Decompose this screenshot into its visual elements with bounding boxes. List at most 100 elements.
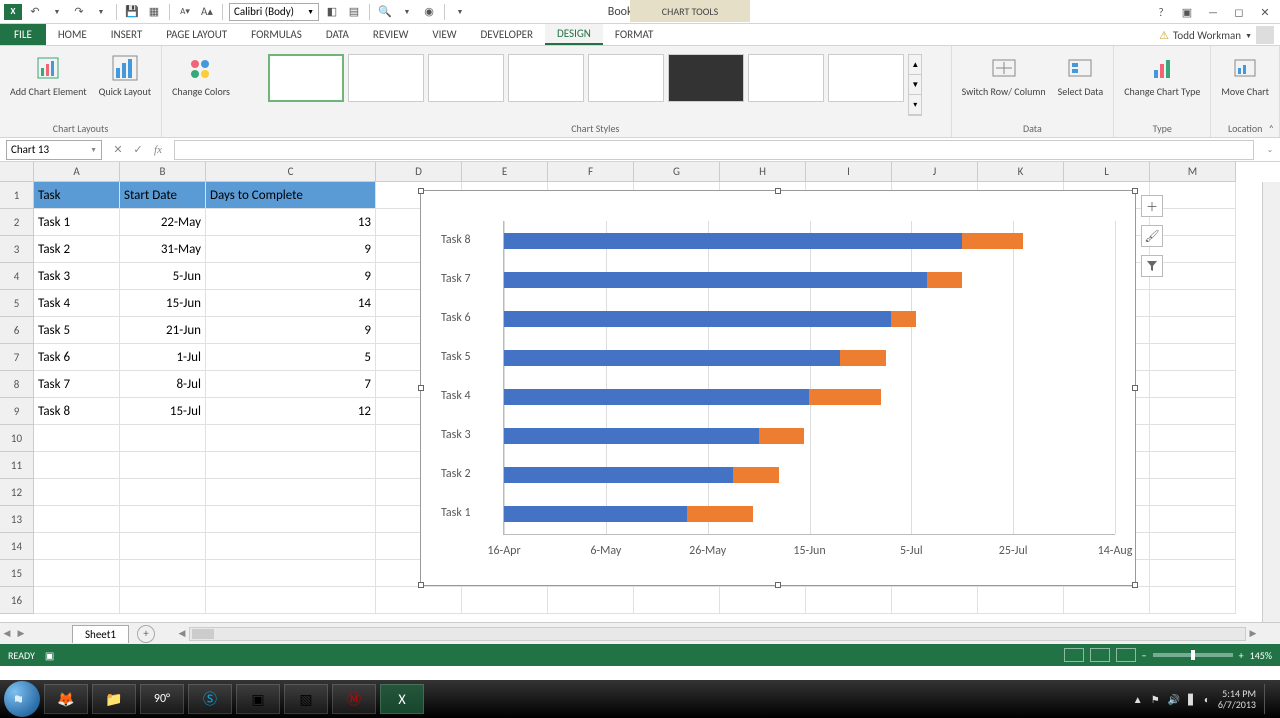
chart-style-2[interactable] (348, 54, 424, 102)
cell[interactable] (1150, 398, 1236, 425)
horizontal-scrollbar[interactable]: ◀ ▶ (175, 623, 1260, 645)
row-header-9[interactable]: 9 (0, 398, 34, 425)
row-header-2[interactable]: 2 (0, 209, 34, 236)
page-layout-view-button[interactable] (1090, 648, 1110, 662)
row-header-15[interactable]: 15 (0, 560, 34, 587)
cell[interactable] (120, 587, 206, 614)
column-header-E[interactable]: E (462, 162, 548, 182)
qat-btn-6[interactable]: ◉ (420, 3, 438, 21)
chart-bar[interactable] (504, 506, 753, 522)
qat-btn-2[interactable]: ▦ (145, 3, 163, 21)
cell[interactable] (1150, 560, 1236, 587)
tray-icon-1[interactable]: ⚑ (1151, 693, 1160, 706)
change-colors-button[interactable]: Change Colors (168, 50, 234, 99)
redo-button[interactable]: ↷ (70, 3, 88, 21)
cell[interactable]: 5-Jun (120, 263, 206, 290)
cell[interactable]: 14 (206, 290, 376, 317)
row-header-13[interactable]: 13 (0, 506, 34, 533)
row-header-5[interactable]: 5 (0, 290, 34, 317)
cell[interactable]: Task 6 (34, 344, 120, 371)
tray-show-hidden[interactable]: ▲ (1133, 693, 1143, 706)
row-header-14[interactable]: 14 (0, 533, 34, 560)
cell[interactable] (34, 560, 120, 587)
column-header-H[interactable]: H (720, 162, 806, 182)
increase-font-button[interactable]: A▴ (198, 3, 216, 21)
cell[interactable] (34, 506, 120, 533)
tray-clock[interactable]: 5:14 PM 6/7/2013 (1218, 688, 1256, 710)
cell[interactable]: Task 2 (34, 236, 120, 263)
cell[interactable] (120, 479, 206, 506)
cell[interactable]: Task 1 (34, 209, 120, 236)
cell[interactable] (120, 425, 206, 452)
cell[interactable] (34, 587, 120, 614)
ribbon-display-options[interactable]: ▣ (1178, 4, 1196, 20)
column-header-J[interactable]: J (892, 162, 978, 182)
chart-styles-button[interactable]: 🖌 (1141, 225, 1163, 247)
task-app-5[interactable]: ▣ (236, 684, 280, 714)
cell[interactable]: Task 7 (34, 371, 120, 398)
maximize-button[interactable]: ◻ (1230, 4, 1248, 20)
row-header-6[interactable]: 6 (0, 317, 34, 344)
column-header-C[interactable]: C (206, 162, 376, 182)
chart-bar[interactable] (504, 272, 962, 288)
column-header-I[interactable]: I (806, 162, 892, 182)
task-skype[interactable]: Ⓢ (188, 684, 232, 714)
chart-object[interactable]: 16-Apr6-May26-May15-Jun5-Jul25-Jul14-Aug… (420, 190, 1136, 586)
cell[interactable] (1150, 452, 1236, 479)
column-header-L[interactable]: L (1064, 162, 1150, 182)
undo-dropdown[interactable]: ▼ (48, 3, 66, 21)
cell[interactable] (34, 452, 120, 479)
column-header-M[interactable]: M (1150, 162, 1236, 182)
tab-design[interactable]: DESIGN (545, 24, 603, 45)
vertical-scrollbar[interactable] (1262, 182, 1280, 622)
cell[interactable] (720, 587, 806, 614)
cell[interactable] (34, 533, 120, 560)
chart-style-5[interactable] (588, 54, 664, 102)
tab-review[interactable]: REVIEW (361, 24, 421, 45)
zoom-level[interactable]: 145% (1250, 649, 1272, 662)
chart-style-3[interactable] (428, 54, 504, 102)
chart-bar[interactable] (504, 389, 881, 405)
tab-file[interactable]: FILE (0, 24, 46, 45)
chart-style-6[interactable] (668, 54, 744, 102)
user-account[interactable]: ⚠ Todd Workman ▼ (1159, 24, 1274, 46)
cell[interactable] (206, 560, 376, 587)
cell[interactable]: 8-Jul (120, 371, 206, 398)
chart-bar[interactable] (504, 233, 1023, 249)
chart-style-1[interactable] (268, 54, 344, 102)
tab-scroll-left[interactable]: ◀ (0, 623, 14, 645)
redo-dropdown[interactable]: ▼ (92, 3, 110, 21)
task-excel[interactable]: X (380, 684, 424, 714)
cell[interactable]: 22-May (120, 209, 206, 236)
qat-btn-4[interactable]: ▤ (345, 3, 363, 21)
tab-data[interactable]: DATA (314, 24, 361, 45)
task-weather[interactable]: 90° (140, 684, 184, 714)
cell[interactable]: 9 (206, 317, 376, 344)
font-selector[interactable]: Calibri (Body)▼ (229, 3, 319, 21)
undo-button[interactable]: ↶ (26, 3, 44, 21)
tab-view[interactable]: VIEW (420, 24, 468, 45)
tab-formulas[interactable]: FORMULAS (239, 24, 314, 45)
zoom-in-button[interactable]: + (1239, 649, 1244, 662)
cell[interactable] (120, 452, 206, 479)
add-chart-element-button[interactable]: Add Chart Element (6, 50, 91, 99)
help-button[interactable]: ? (1152, 4, 1170, 20)
cell[interactable]: 15-Jun (120, 290, 206, 317)
chart-style-7[interactable] (748, 54, 824, 102)
switch-row-column-button[interactable]: Switch Row/ Column (958, 50, 1050, 99)
cell[interactable] (1150, 533, 1236, 560)
save-button[interactable]: 💾 (123, 3, 141, 21)
cancel-formula-button[interactable]: ✕ (108, 140, 128, 160)
cell[interactable] (1150, 506, 1236, 533)
task-firefox[interactable]: 🦊 (44, 684, 88, 714)
cell[interactable] (34, 479, 120, 506)
row-header-3[interactable]: 3 (0, 236, 34, 263)
select-all-button[interactable] (0, 162, 34, 182)
tab-page-layout[interactable]: PAGE LAYOUT (154, 24, 239, 45)
cell[interactable]: 9 (206, 236, 376, 263)
cell[interactable]: Task (34, 182, 120, 209)
cell[interactable]: 5 (206, 344, 376, 371)
cell[interactable] (892, 587, 978, 614)
task-explorer[interactable]: 📁 (92, 684, 136, 714)
tray-volume-icon[interactable]: 🔊 (1168, 693, 1180, 706)
